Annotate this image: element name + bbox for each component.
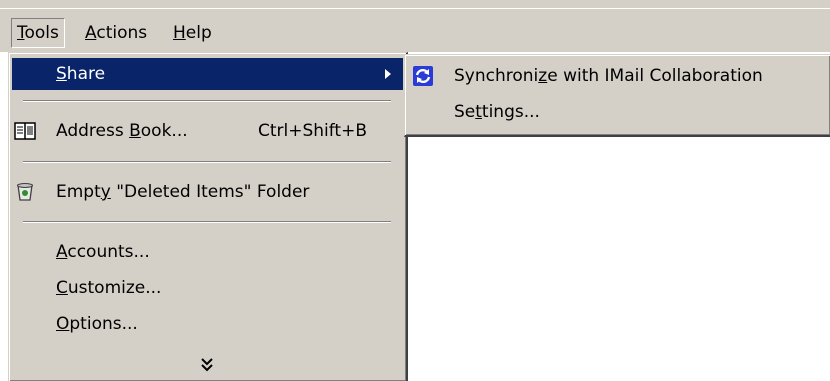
menu-item-label: Customize...	[56, 278, 162, 298]
menu-item-synchronize[interactable]: Synchronize with IMail Collaboration	[408, 60, 828, 92]
menu-item-label: Synchronize with IMail Collaboration	[454, 66, 763, 86]
double-chevron-down-icon[interactable]	[199, 355, 215, 375]
menu-item-label: Accounts...	[56, 242, 150, 262]
menu-item-shortcut: Ctrl+Shift+B	[257, 121, 367, 141]
share-submenu: Synchronize with IMail Collaboration Set…	[404, 54, 830, 137]
menu-item-address-book[interactable]: Address Book... Ctrl+Shift+B	[12, 115, 403, 147]
menu-item-label: Address Book...	[56, 121, 188, 141]
menu-tools[interactable]: Tools	[11, 18, 65, 48]
menu-item-share[interactable]: Share	[12, 58, 403, 90]
menu-separator	[23, 221, 391, 223]
menu-bar: Tools Actions Help	[0, 0, 830, 52]
menu-item-empty-deleted-items[interactable]: Empty "Deleted Items" Folder	[12, 176, 403, 208]
submenu-arrow-icon	[385, 69, 391, 79]
menu-item-options[interactable]: Options...	[12, 308, 403, 340]
menu-help[interactable]: Help	[168, 18, 217, 48]
menu-item-label: Settings...	[454, 102, 540, 122]
menu-separator	[23, 100, 391, 102]
tools-menu: Share Address Book... Ctrl+Shift+B Empty…	[8, 52, 408, 381]
menu-actions[interactable]: Actions	[80, 18, 152, 48]
menu-item-settings[interactable]: Settings...	[408, 96, 828, 128]
address-book-icon	[14, 122, 36, 140]
menu-item-label: Options...	[56, 314, 138, 334]
menubar-top-edge	[0, 8, 830, 9]
menu-separator	[23, 161, 391, 163]
menu-item-accounts[interactable]: Accounts...	[12, 236, 403, 268]
menu-item-label: Empty "Deleted Items" Folder	[56, 182, 310, 202]
sync-icon	[413, 66, 433, 86]
menu-item-customize[interactable]: Customize...	[12, 272, 403, 304]
recycle-bin-icon	[17, 183, 33, 201]
menu-item-label: Share	[56, 64, 106, 84]
